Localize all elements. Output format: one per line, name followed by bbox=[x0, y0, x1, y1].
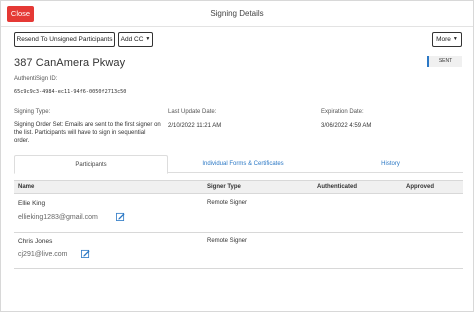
signing-type-value: Signing Order Set: Emails are sent to th… bbox=[14, 122, 161, 144]
tab-history[interactable]: History bbox=[318, 155, 463, 173]
last-update-label: Last Update Date: bbox=[168, 109, 217, 115]
expiration-label: Expiration Date: bbox=[321, 109, 364, 115]
signing-details-modal: Close Signing Details Resend To Unsigned… bbox=[0, 0, 474, 312]
edit-email-icon[interactable] bbox=[116, 212, 125, 221]
participant-email: cj291@live.com bbox=[18, 251, 68, 258]
resend-button[interactable]: Resend To Unsigned Participants bbox=[14, 32, 115, 47]
more-button[interactable]: More ▼ bbox=[432, 32, 462, 47]
column-signer-type: Signer Type bbox=[207, 184, 241, 190]
signer-type: Remote Signer bbox=[207, 200, 248, 206]
participant-email: ellieking1283@gmail.com bbox=[18, 214, 98, 221]
caret-down-icon: ▼ bbox=[145, 36, 151, 42]
expiration-value: 3/06/2022 4:59 AM bbox=[321, 123, 372, 129]
table-header: Name Signer Type Authenticated Approved bbox=[14, 180, 463, 194]
add-cc-label: Add CC bbox=[120, 36, 144, 43]
tab-participants[interactable]: Participants bbox=[14, 155, 168, 174]
column-authenticated: Authenticated bbox=[317, 184, 358, 190]
status-badge: SENT bbox=[427, 56, 462, 67]
authentisign-id-value: 65c9c9c3-4984-ec11-94f6-0050f2713c50 bbox=[14, 89, 127, 95]
participant-name: Ellie King bbox=[18, 200, 46, 207]
signing-type-label: Signing Type: bbox=[14, 109, 51, 115]
table-row: Chris Jones cj291@live.com Remote Signer bbox=[14, 233, 463, 269]
column-approved: Approved bbox=[406, 184, 435, 190]
last-update-value: 2/10/2022 11:21 AM bbox=[168, 123, 222, 129]
signer-type: Remote Signer bbox=[207, 238, 248, 244]
authentisign-id-label: AuthentiSign ID: bbox=[14, 76, 58, 82]
document-address: 387 CanAmera Pkway bbox=[14, 57, 126, 69]
modal-title: Signing Details bbox=[210, 9, 264, 18]
edit-email-icon[interactable] bbox=[81, 249, 90, 258]
add-cc-button[interactable]: Add CC ▼ bbox=[118, 32, 153, 47]
tab-bar: Participants Individual Forms & Certific… bbox=[14, 155, 463, 174]
modal-header: Close Signing Details bbox=[1, 1, 473, 27]
participant-name: Chris Jones bbox=[18, 238, 53, 245]
caret-down-icon: ▼ bbox=[452, 36, 458, 42]
column-name: Name bbox=[18, 184, 35, 190]
tab-individual-forms[interactable]: Individual Forms & Certificates bbox=[168, 155, 318, 173]
more-label: More bbox=[436, 36, 451, 43]
table-row: Ellie King ellieking1283@gmail.com Remot… bbox=[14, 195, 463, 233]
